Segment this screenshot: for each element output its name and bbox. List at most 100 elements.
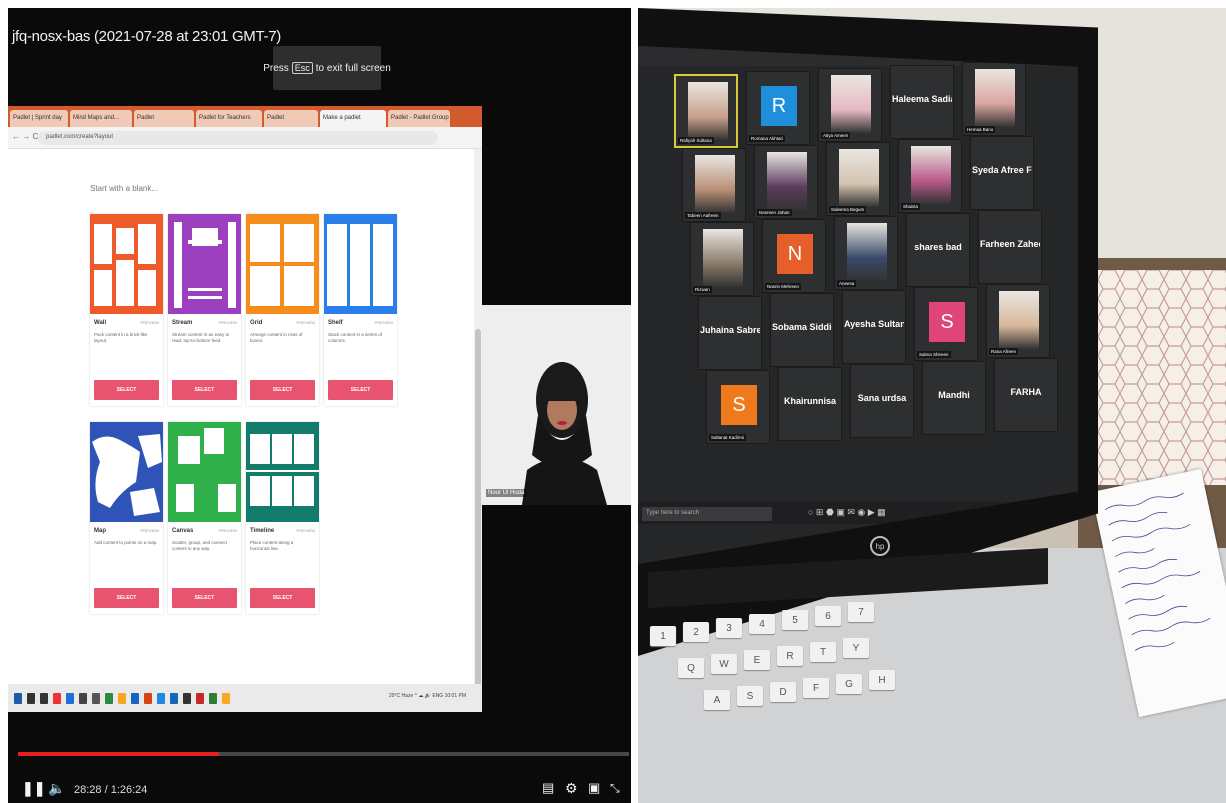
taskbar-app-icon[interactable] bbox=[40, 692, 48, 704]
select-button[interactable]: SELECT bbox=[94, 380, 159, 400]
card-shape bbox=[250, 434, 270, 464]
select-button[interactable]: SELECT bbox=[172, 380, 237, 400]
card-preview-link[interactable]: PREVIEW bbox=[297, 528, 315, 533]
address-bar[interactable]: padlet.com/create?layout bbox=[38, 131, 438, 145]
taskbar-pinned-icons[interactable]: ○ ⊞ ⬣ ▣ ✉ ◉ ▶ ▦ bbox=[808, 507, 886, 518]
zoom-participant-tile[interactable]: Mandhi bbox=[922, 361, 986, 435]
zoom-participant-tile[interactable]: Shaista bbox=[898, 139, 962, 213]
participant-name-label: FARHA bbox=[1010, 387, 1042, 397]
zoom-participant-tile[interactable]: Aneesa bbox=[834, 216, 898, 290]
seek-bar[interactable] bbox=[18, 752, 629, 756]
select-button[interactable]: SELECT bbox=[250, 380, 315, 400]
keyboard-key: D bbox=[770, 682, 796, 702]
browser-tab[interactable]: Mind Maps and... bbox=[70, 110, 132, 127]
card-preview-link[interactable]: PREVIEW bbox=[375, 320, 393, 325]
zoom-participant-tile[interactable]: Farheen Zaheer bbox=[978, 210, 1042, 284]
keyboard-key: Q bbox=[678, 658, 704, 678]
card-preview-link[interactable]: PREVIEW bbox=[141, 320, 159, 325]
exit-fullscreen-icon[interactable]: ⤡ bbox=[610, 778, 620, 798]
taskbar-app-icon[interactable] bbox=[222, 692, 230, 704]
taskbar-app-icon[interactable] bbox=[209, 692, 217, 704]
taskbar-app-icon[interactable] bbox=[14, 692, 22, 704]
taskbar-app-icon[interactable] bbox=[105, 692, 113, 704]
select-button[interactable]: SELECT bbox=[94, 588, 159, 608]
start-label: Start with a blank... bbox=[90, 184, 159, 193]
browser-tab[interactable]: Padlet bbox=[264, 110, 318, 127]
card-shape bbox=[228, 222, 236, 308]
select-button[interactable]: SELECT bbox=[328, 380, 393, 400]
zoom-participant-tile[interactable]: N Nasrin Mehreen bbox=[762, 219, 826, 293]
padlet-card-wall[interactable]: Wall PREVIEW Pack content in a brick-like … bbox=[90, 214, 163, 406]
taskbar-app-icon[interactable] bbox=[196, 692, 204, 704]
padlet-card-canvas[interactable]: Canvas PREVIEW Scatter, group, and connect… bbox=[168, 422, 241, 614]
volume-icon[interactable]: 🔈 bbox=[48, 778, 65, 798]
browser-tab[interactable]: Make a padlet bbox=[320, 110, 386, 127]
zoom-participant-tile[interactable]: Sobama Siddiqui bbox=[770, 293, 834, 367]
pause-icon[interactable]: ❚❚ bbox=[22, 778, 45, 798]
padlet-card-map[interactable]: Map PREVIEW Add content to points on a map… bbox=[90, 422, 163, 614]
player-controls: ❚❚ 🔈 28:28 / 1:26:24 ▤ ⚙ ▣ ⤡ bbox=[8, 766, 631, 803]
select-button[interactable]: SELECT bbox=[250, 588, 315, 608]
card-preview-link[interactable]: PREVIEW bbox=[219, 528, 237, 533]
zoom-participant-tile[interactable]: Haleema Sadia bbox=[890, 65, 954, 139]
taskbar-app-icon[interactable] bbox=[170, 692, 178, 704]
settings-gear-icon[interactable]: ⚙ bbox=[565, 778, 578, 798]
card-preview-link[interactable]: PREVIEW bbox=[141, 528, 159, 533]
participant-name-label: shares bad bbox=[914, 242, 962, 252]
miniplayer-icon[interactable]: ▣ bbox=[588, 778, 600, 798]
taskbar-app-icon[interactable] bbox=[92, 692, 100, 704]
padlet-card-stream[interactable]: Stream PREVIEW Stream content in an easy t… bbox=[168, 214, 241, 406]
browser-tab[interactable]: Padlet - Padlet Group bbox=[388, 110, 450, 127]
keyboard-key: 3 bbox=[716, 618, 742, 638]
video-player[interactable]: jfq-nosx-bas (2021-07-28 at 23:01 GMT-7)… bbox=[8, 8, 631, 803]
select-button[interactable]: SELECT bbox=[172, 588, 237, 608]
zoom-participant-tile[interactable]: Hemaa Bano bbox=[962, 62, 1026, 136]
card-shape bbox=[250, 224, 280, 262]
taskbar-app-icon[interactable] bbox=[27, 692, 35, 704]
zoom-participant-tile[interactable]: Atiya Ameen bbox=[818, 68, 882, 142]
browser-tab[interactable]: Padlet | Sprint day bbox=[10, 110, 68, 127]
taskbar-app-icon[interactable] bbox=[157, 692, 165, 704]
zoom-participant-tile[interactable]: Syeda Afree Fat... bbox=[970, 136, 1034, 210]
zoom-participant-tile[interactable]: R Romana Akhtari bbox=[746, 71, 810, 145]
zoom-participant-tile[interactable]: Ayesha Sultana bbox=[842, 290, 906, 364]
card-shape bbox=[188, 288, 222, 291]
zoom-participant-tile[interactable]: Saleema Begum bbox=[826, 142, 890, 216]
zoom-participant-tile[interactable]: Rana Afreen bbox=[986, 284, 1050, 358]
zoom-participant-tile[interactable]: Nasreen Jahan bbox=[754, 145, 818, 219]
browser-tab[interactable]: Padlet for Teachers bbox=[196, 110, 262, 127]
zoom-screen: Rafiyah Sultana R Romana Akhtari Atiya Amee… bbox=[638, 46, 1078, 564]
taskbar-app-icon[interactable] bbox=[183, 692, 191, 704]
zoom-participant-tile[interactable]: Rafiyah Sultana bbox=[674, 74, 738, 148]
taskbar-app-icon[interactable] bbox=[144, 692, 152, 704]
card-preview-link[interactable]: PREVIEW bbox=[219, 320, 237, 325]
subtitles-icon[interactable]: ▤ bbox=[542, 778, 554, 798]
keyboard-key: F bbox=[803, 678, 829, 698]
padlet-card-shelf[interactable]: Shelf PREVIEW Stack content in a series of… bbox=[324, 214, 397, 406]
taskbar-app-icon[interactable] bbox=[66, 692, 74, 704]
zoom-participant-tile[interactable]: shares bad bbox=[906, 213, 970, 287]
browser-tab[interactable]: Padlet bbox=[134, 110, 194, 127]
zoom-participant-tile[interactable]: S Salma Shireen bbox=[914, 287, 978, 361]
zoom-participant-tile[interactable]: Sana urdsa bbox=[850, 364, 914, 438]
taskbar-search[interactable]: Type here to search bbox=[642, 507, 772, 521]
keyboard-key: A bbox=[704, 690, 730, 710]
zoom-participant-tile[interactable]: FARHA bbox=[994, 358, 1058, 432]
participant-avatar: S bbox=[721, 385, 757, 425]
card-preview-link[interactable]: PREVIEW bbox=[297, 320, 315, 325]
zoom-participant-tile[interactable]: Khairunnisa bbox=[778, 367, 842, 441]
padlet-card-timeline[interactable]: Timeline PREVIEW Place content along a hor… bbox=[246, 422, 319, 614]
taskbar-app-icon[interactable] bbox=[131, 692, 139, 704]
zoom-participant-tile[interactable]: Rizwan bbox=[690, 222, 754, 296]
page-scrollbar[interactable] bbox=[474, 149, 482, 689]
card-shape bbox=[116, 260, 134, 306]
zoom-participant-tile[interactable]: S Saltanat Kadirmi bbox=[706, 370, 770, 444]
taskbar-app-icon[interactable] bbox=[79, 692, 87, 704]
taskbar-app-icon[interactable] bbox=[53, 692, 61, 704]
scroll-thumb[interactable] bbox=[475, 329, 481, 689]
zoom-participant-tile[interactable]: Tabeen Aafreen bbox=[682, 148, 746, 222]
padlet-card-grid[interactable]: Grid PREVIEW Arrange content in rows of bo… bbox=[246, 214, 319, 406]
taskbar-app-icon[interactable] bbox=[118, 692, 126, 704]
zoom-participant-tile[interactable]: Juhaina Sabreen bbox=[698, 296, 762, 370]
browser-nav-icons[interactable]: ← → C bbox=[12, 132, 38, 141]
